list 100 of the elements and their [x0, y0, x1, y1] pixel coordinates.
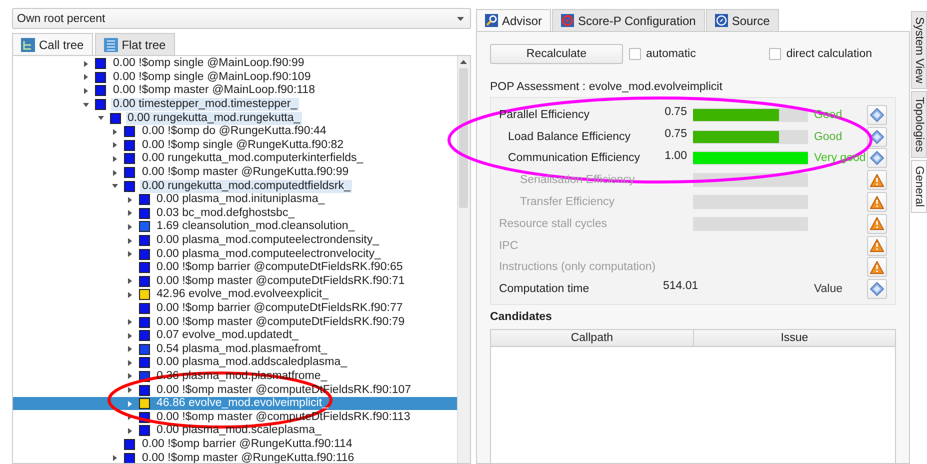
warning-button[interactable] — [866, 214, 887, 234]
collapsed-arrow-icon[interactable] — [112, 142, 118, 148]
tree-item[interactable]: 0.00 rungekutta_mod.rungekutta_ — [126, 112, 302, 125]
metric-label: Transfer Efficiency — [518, 196, 616, 208]
details-button[interactable] — [866, 279, 887, 300]
tree-item[interactable]: 1.69 cleansolution_mod.cleansolution_ — [154, 220, 357, 234]
tree-item[interactable]: 0.00 plasma_mod.scaleplasma_ — [154, 424, 324, 438]
metric-value: 0.75 — [664, 106, 687, 118]
expanded-arrow-icon[interactable] — [112, 183, 118, 190]
warning-button[interactable] — [866, 192, 887, 212]
candidates-title: Candidates — [490, 311, 553, 326]
view-tab[interactable]: Score-P Configuration — [552, 9, 705, 31]
collapsed-arrow-icon[interactable] — [126, 360, 132, 366]
collapsed-arrow-icon[interactable] — [126, 210, 132, 216]
tree-item[interactable]: 0.00 !$omp master @MainLoop.f90:118 — [111, 84, 317, 98]
tree-item[interactable]: 0.00 timestepper_mod.timestepper_ — [111, 98, 300, 112]
metric-label: Communication Efficiency — [506, 152, 642, 164]
diamond-icon — [870, 130, 884, 144]
metric-dropdown[interactable]: Own root percent — [12, 8, 471, 29]
tree-item[interactable]: 0.00 !$omp do @RungeKutta.f90:44 — [140, 125, 328, 138]
metric-label: Computation time — [498, 283, 590, 296]
metric-label: Instructions (only computation) — [498, 261, 657, 274]
tree-item[interactable]: 0.00 plasma_mod.inituniplasma_ — [154, 193, 327, 206]
view-tab[interactable]: Flat tree — [94, 33, 175, 55]
tree-item[interactable]: 0.07 evolve_mod.updatedt_ — [154, 329, 300, 342]
collapsed-arrow-icon[interactable] — [126, 400, 132, 407]
warning-button[interactable] — [866, 257, 887, 278]
metric-label: Resource stall cycles — [498, 218, 608, 230]
metric-value: 1.00 — [664, 150, 687, 162]
tree-item[interactable]: 0.54 plasma_mod.plasmaefromt_ — [154, 342, 330, 356]
view-tab[interactable]: Source — [706, 9, 779, 31]
warning-button[interactable] — [866, 170, 887, 190]
tree-item[interactable]: 0.00 !$omp master @RungeKutta.f90:99 — [140, 166, 351, 180]
collapsed-arrow-icon[interactable] — [126, 292, 132, 298]
tree-item[interactable]: 0.00 !$omp single @MainLoop.f90:99 — [111, 57, 306, 70]
tree-item[interactable]: 0.00 plasma_mod.computeelectronvelocity_ — [154, 248, 383, 261]
diamond-icon — [870, 151, 884, 166]
column-header[interactable]: Callpath — [490, 330, 694, 346]
column-header[interactable]: Issue — [694, 330, 895, 346]
collapsed-arrow-icon[interactable] — [83, 88, 89, 94]
details-button[interactable] — [866, 104, 887, 125]
collapsed-arrow-icon[interactable] — [126, 387, 132, 394]
collapsed-arrow-icon[interactable] — [126, 332, 132, 339]
collapsed-arrow-icon[interactable] — [126, 238, 132, 244]
view-tab[interactable]: Call tree — [12, 33, 93, 55]
warning-icon — [870, 174, 884, 187]
side-tab[interactable]: General — [911, 160, 927, 214]
tree-item[interactable]: 0.00 !$omp master @RungeKutta.f90:116 — [140, 452, 356, 463]
diamond-icon — [870, 282, 884, 296]
tree-item[interactable]: 0.00 !$omp single @RungeKutta.f90:82 — [140, 138, 346, 152]
expanded-arrow-icon[interactable] — [98, 115, 104, 122]
collapsed-arrow-icon[interactable] — [112, 128, 118, 135]
metric-label: Serialisation Efficiency — [518, 174, 636, 186]
collapsed-arrow-icon[interactable] — [126, 196, 132, 203]
tree-item[interactable]: 0.00 !$omp single @MainLoop.f90:109 — [111, 70, 313, 84]
tree-item[interactable]: 0.00 rungekutta_mod.computerkinterfields_ — [140, 152, 366, 166]
collapsed-arrow-icon[interactable] — [83, 74, 89, 80]
tree-item[interactable]: 0.00 rungekutta_mod.computedtfieldsrk_ — [140, 180, 352, 193]
tree-item[interactable]: 0.03 bc_mod.defghostsbc_ — [154, 206, 297, 220]
checkbox[interactable] — [628, 48, 641, 60]
collapsed-arrow-icon[interactable] — [112, 455, 118, 462]
collapsed-arrow-icon[interactable] — [112, 156, 118, 162]
collapsed-arrow-icon[interactable] — [126, 414, 132, 420]
tree-item[interactable]: 0.00 plasma_mod.addscaledplasma_ — [154, 356, 350, 370]
tree-item[interactable]: 0.00 !$omp master @computeDtFieldsRK.f90:79 — [154, 316, 407, 329]
metric-value: 514.01 — [662, 280, 698, 292]
metric-label: Parallel Efficiency — [498, 108, 591, 121]
metric-rating: Value — [814, 283, 843, 296]
call-tree-icon — [21, 38, 35, 52]
collapsed-arrow-icon[interactable] — [126, 251, 132, 258]
metric-label: IPC — [498, 240, 520, 252]
scrollbar[interactable] — [456, 56, 470, 463]
collapsed-arrow-icon[interactable] — [126, 428, 132, 434]
warning-icon — [870, 239, 884, 252]
collapsed-arrow-icon[interactable] — [126, 224, 132, 230]
collapsed-arrow-icon[interactable] — [83, 60, 89, 67]
tree-item[interactable]: 0.00 !$omp master @computeDtFieldsRK.f90:71 — [154, 274, 407, 288]
scrollbar-thumb[interactable] — [459, 68, 468, 208]
tree-item[interactable]: 0.00 !$omp barrier @RungeKutta.f90:114 — [140, 438, 354, 451]
collapsed-arrow-icon[interactable] — [126, 278, 132, 284]
expanded-arrow-icon[interactable] — [83, 102, 89, 108]
side-tab[interactable]: System View — [911, 11, 927, 90]
recalculate-button[interactable]: Recalculate — [490, 44, 623, 64]
collapsed-arrow-icon[interactable] — [126, 346, 132, 352]
side-tab[interactable]: Topologies — [911, 91, 927, 158]
warning-button[interactable] — [866, 236, 887, 256]
tree-item[interactable]: 0.00 plasma_mod.computeelectrondensity_ — [154, 234, 381, 248]
warning-icon — [870, 260, 884, 274]
collapsed-arrow-icon[interactable] — [126, 319, 132, 326]
view-tab[interactable]: Advisor — [476, 9, 551, 31]
scroll-up-arrow-icon[interactable] — [460, 60, 468, 64]
checkbox[interactable] — [769, 48, 782, 60]
tree-item[interactable]: 0.00 !$omp barrier @computeDtFieldsRK.f90:77 — [154, 302, 405, 315]
collapsed-arrow-icon[interactable] — [126, 373, 132, 380]
tree-item[interactable]: 0.00 !$omp barrier @computeDtFieldsRK.f90:65 — [154, 261, 405, 274]
collapsed-arrow-icon[interactable] — [112, 170, 118, 176]
details-button[interactable] — [866, 148, 887, 168]
tree-item[interactable]: 42.96 evolve_mod.evolveexplicit_ — [154, 288, 330, 302]
metric-value: 0.75 — [664, 128, 687, 140]
warning-icon — [870, 217, 884, 230]
